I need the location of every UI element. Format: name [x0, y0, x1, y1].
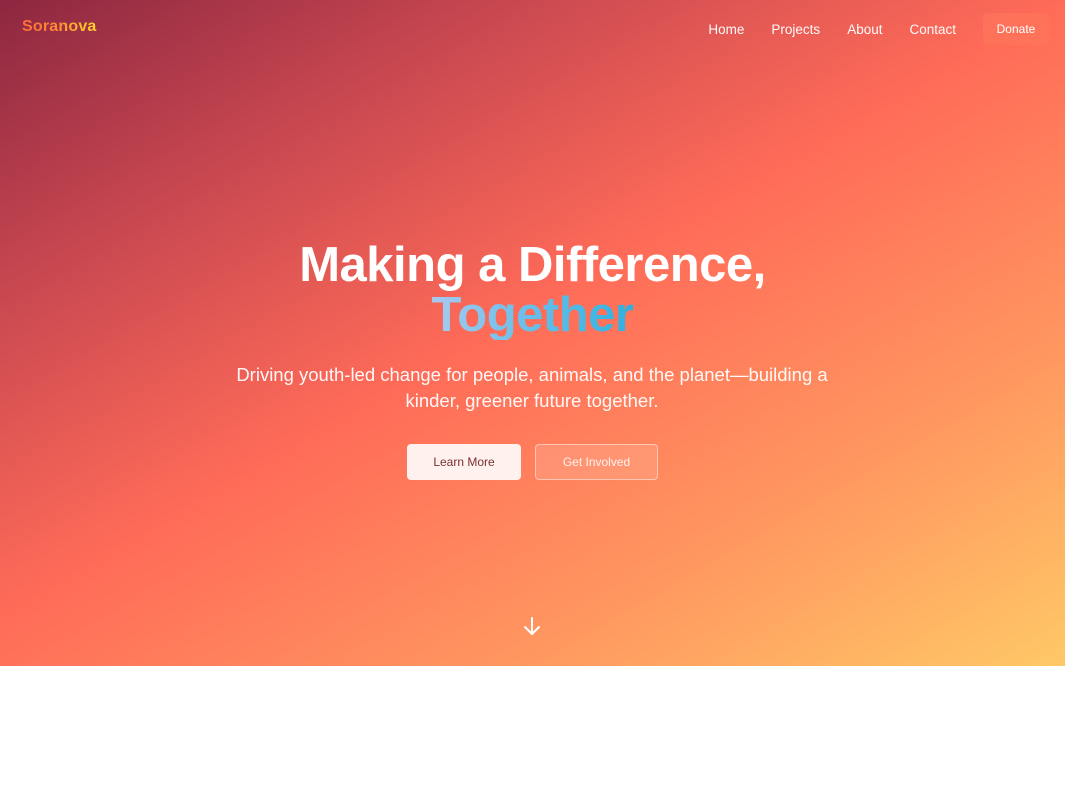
donate-button[interactable]: Donate	[983, 13, 1049, 45]
nav-link-contact[interactable]: Contact	[909, 22, 956, 37]
hero-subtitle: Driving youth-led change for people, ani…	[236, 364, 828, 411]
brand-logo[interactable]: Soranova	[22, 18, 97, 36]
top-nav: Home Projects About Contact Donate	[708, 13, 1049, 45]
get-involved-button[interactable]: Get Involved	[535, 444, 658, 480]
headline-accent-word: Together	[431, 288, 634, 342]
nav-link-projects[interactable]: Projects	[771, 22, 820, 37]
nav-link-home[interactable]: Home	[708, 22, 744, 37]
hero-headline: Making a Difference, Together	[0, 240, 1065, 340]
headline-line-1: Making a Difference,	[299, 238, 766, 292]
learn-more-button[interactable]: Learn More	[407, 444, 521, 480]
hero-section: Soranova Home Projects About Contact Don…	[0, 0, 1065, 666]
nav-link-about[interactable]: About	[847, 22, 882, 37]
arrow-down-icon[interactable]	[521, 615, 543, 637]
